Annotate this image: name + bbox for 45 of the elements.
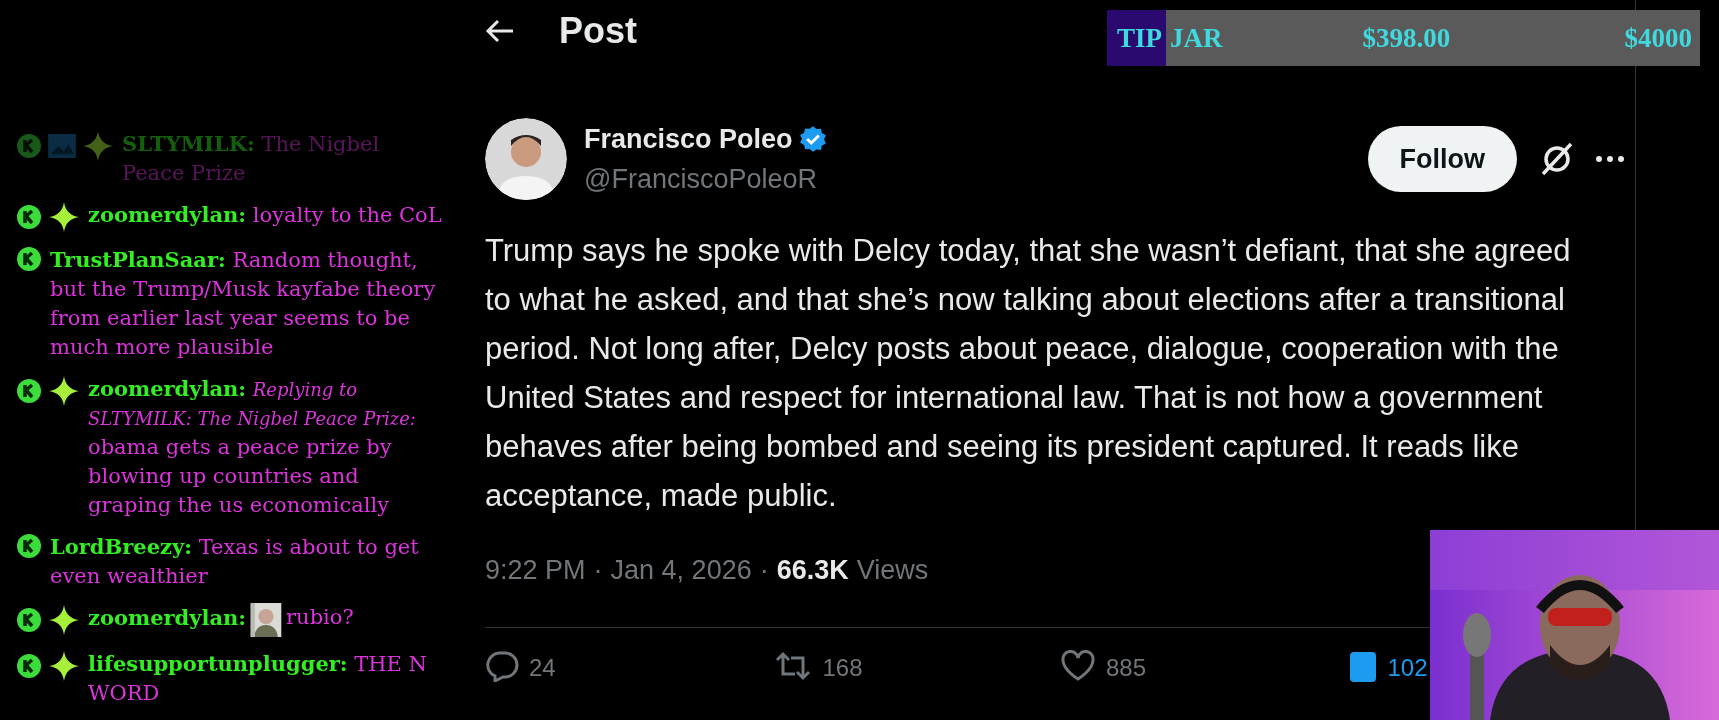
k-badge-icon [16, 133, 42, 159]
tip-amount: $398.00 [1362, 21, 1451, 55]
views-count: 66.3K [776, 554, 849, 587]
back-arrow-icon[interactable] [485, 18, 515, 44]
action-count: 885 [1106, 652, 1147, 683]
separator: · [593, 554, 603, 587]
post-date[interactable]: Jan 4, 2026 [610, 550, 752, 591]
tip-goal: $4000 [1624, 21, 1692, 55]
tip-jar-label: TIP [1117, 21, 1162, 55]
reply-icon[interactable] [485, 649, 519, 682]
k-badge-icon [16, 204, 42, 230]
author-name[interactable]: Francisco Poleo [584, 118, 793, 159]
action-count: 102 [1387, 652, 1428, 683]
author-handle[interactable]: @FranciscoPoleoR [584, 159, 827, 200]
chat-message: zoomerdylan: loyalty to the CoL [88, 201, 443, 229]
more-icon[interactable] [1595, 155, 1625, 163]
image-badge-icon [48, 134, 76, 158]
bookmark-icon[interactable] [1347, 649, 1378, 684]
post-time[interactable]: 9:22 PM [485, 550, 586, 591]
chat-message: zoomerdylan: Replying to SLTYMILK: The Nigbel Peace Prize: obama gets a peace prize by blowing up countries and graping the us economically [88, 375, 417, 519]
sparkle-icon [48, 604, 80, 636]
separator: · [759, 554, 769, 587]
chat-message: lifesupportunplugger: THE N WORD [88, 650, 428, 707]
k-badge-icon [16, 653, 42, 679]
tip-jar-label: JAR [1170, 21, 1223, 55]
k-badge-icon [16, 533, 42, 559]
chat-message: rubio? [286, 604, 354, 631]
post-text: Trump says he spoke with Delcy today, that she wasn’t defiant, that she agreed to what he asked, and that she’s now talking about elections after a transitional period. Not long after, Delcy posts about peace, dialogue, cooperation with the United States and respect for international law. That is not how a government behaves after being bombed and seeing its president captured. It reads like acceptance, made public. [485, 232, 1572, 515]
k-badge-icon [16, 607, 42, 633]
chat-message: SLTYMILK: The Nigbel Peace Prize [122, 130, 381, 187]
chat-message: LordBreezy: Texas is about to get even wealthier [50, 533, 420, 590]
heart-icon[interactable] [1060, 649, 1096, 682]
sparkle-icon [48, 375, 80, 407]
action-count: 168 [822, 652, 863, 683]
sparkle-icon [82, 130, 114, 162]
action-count: 24 [529, 652, 556, 683]
sparkle-icon [48, 201, 80, 233]
k-badge-icon [16, 378, 42, 404]
chat-message: zoomerdylan: [88, 604, 247, 632]
k-badge-icon [16, 246, 42, 272]
page-title: Post [559, 9, 637, 53]
chat-message: TrustPlanSaar: Random thought, but the Trump/Musk kayfabe theory from earlier last year seems to be much more plausible [50, 246, 437, 361]
follow-button[interactable]: Follow [1367, 126, 1517, 192]
views-label: Views [856, 554, 929, 587]
sparkle-icon [48, 650, 80, 682]
